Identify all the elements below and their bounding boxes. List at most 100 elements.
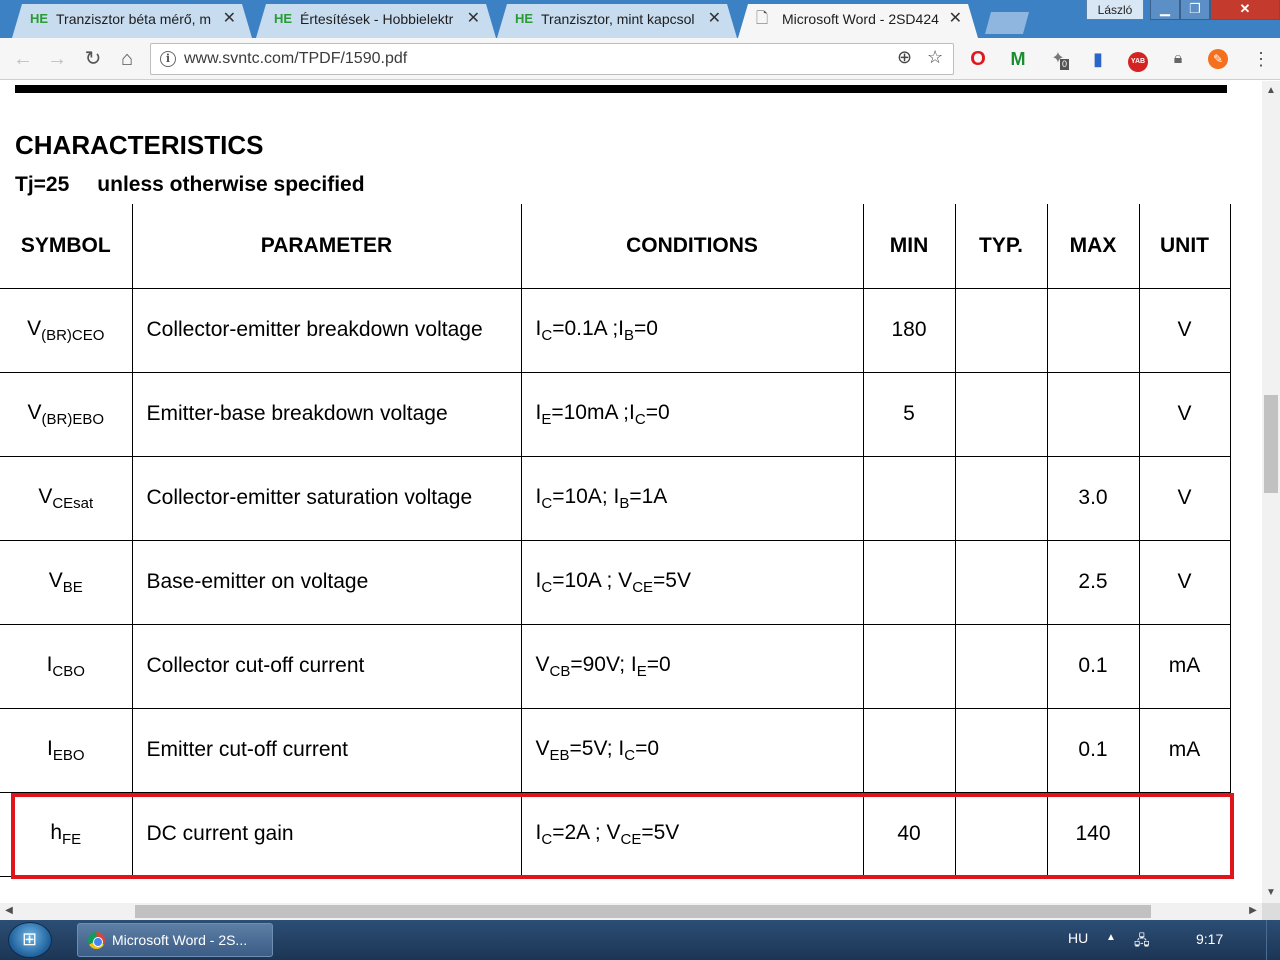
bookmark-star-icon[interactable]: ☆ — [927, 47, 943, 68]
start-button[interactable]: ⊞ — [8, 922, 52, 958]
symbol-cell: V(BR)CEO — [0, 287, 133, 373]
tab-close-icon[interactable]: ✕ — [223, 4, 236, 34]
info-icon[interactable]: i — [160, 51, 176, 67]
typ-cell — [954, 371, 1048, 457]
language-indicator[interactable]: HU — [1068, 930, 1088, 946]
tab-title: Értesítések - Hobbielektr — [300, 11, 454, 27]
scroll-up-arrow-icon[interactable]: ▲ — [1262, 85, 1280, 96]
horizontal-scroll-thumb[interactable] — [135, 905, 1151, 918]
scroll-down-arrow-icon[interactable]: ▼ — [1262, 887, 1280, 898]
symbol-subscript: CBO — [52, 662, 85, 680]
max-cell — [1046, 371, 1140, 457]
tab-title: Tranzisztor béta mérő, m — [56, 11, 212, 27]
new-tab-button[interactable] — [985, 12, 1029, 34]
forward-arrow-icon[interactable]: → — [44, 46, 70, 72]
maximize-button[interactable]: ❐ — [1180, 0, 1210, 20]
symbol-subscript: (BR)CEO — [41, 326, 105, 344]
typ-cell — [954, 455, 1048, 541]
max-cell: 3.0 — [1046, 455, 1140, 541]
firefox-icon[interactable]: ✎ — [1206, 47, 1230, 71]
show-desktop-button[interactable] — [1266, 920, 1280, 960]
symbol-cell: VBE — [0, 539, 133, 625]
scroll-left-arrow-icon[interactable]: ◀ — [0, 905, 18, 916]
table-row: VBE Base-emitter on voltage IC=10A ; VCE=5… — [0, 539, 1231, 625]
condition-subscript: EB — [549, 746, 570, 764]
conditions-cell: IC=10A ; VCE=5V — [520, 539, 864, 625]
vertical-scrollbar[interactable]: ▲ ▼ — [1262, 81, 1280, 903]
typ-cell — [954, 791, 1048, 877]
browser-tab[interactable]: HE Tranzisztor, mint kapcsol ✕ — [497, 4, 737, 38]
conditions-cell: IC=0.1A ;IB=0 — [520, 287, 864, 373]
condition-var: V — [535, 736, 550, 760]
yab-icon[interactable]: YAB — [1126, 47, 1150, 72]
zoom-icon[interactable]: ⊕ — [897, 47, 912, 68]
back-arrow-icon[interactable]: ← — [10, 46, 36, 72]
condition-var: V — [606, 820, 621, 844]
scrollbar-corner — [1262, 903, 1280, 920]
menu-icon[interactable]: ⋮ — [1252, 47, 1270, 71]
puzzle-icon[interactable]: ✦ 0 — [1046, 47, 1070, 71]
tab-close-icon[interactable]: ✕ — [708, 4, 721, 34]
min-cell — [862, 707, 956, 793]
scroll-right-arrow-icon[interactable]: ▶ — [1244, 905, 1262, 916]
parameter-cell: Emitter cut-off current — [131, 707, 522, 793]
home-icon[interactable]: ⌂ — [114, 46, 140, 72]
symbol-cell: VCEsat — [0, 455, 133, 541]
horizontal-scrollbar[interactable]: ◀ ▶ — [0, 903, 1262, 920]
bookmark-icon[interactable]: ▮ — [1086, 47, 1110, 71]
minimize-button[interactable]: ▁ — [1150, 0, 1180, 20]
profile-button[interactable]: László — [1086, 0, 1144, 20]
min-cell — [862, 539, 956, 625]
column-header: PARAMETER — [131, 204, 522, 289]
tab-title: Tranzisztor, mint kapcsol — [541, 11, 695, 27]
yab-label: YAB — [1128, 52, 1148, 72]
condition-subscript: E — [541, 410, 552, 428]
symbol-letter: h — [50, 820, 62, 844]
taskbar-chrome-window[interactable]: Microsoft Word - 2S... — [77, 923, 273, 957]
tab-close-icon[interactable]: ✕ — [467, 4, 480, 34]
condition-value: =10mA ; — [551, 400, 629, 424]
condition-subscript: C — [541, 326, 553, 344]
conditions-cell: VCB=90V; IE=0 — [520, 623, 864, 709]
network-icon[interactable]: 🖧︎ — [1134, 930, 1150, 954]
chrome-icon — [88, 932, 105, 949]
unit-cell: V — [1138, 371, 1231, 457]
taskbar-clock[interactable]: 9:17 — [1196, 931, 1223, 947]
address-bar[interactable]: i www.svntc.com/TPDF/1590.pdf ⊕ ☆ — [150, 43, 954, 75]
condition-value: =90V; — [570, 652, 631, 676]
vertical-scroll-thumb[interactable] — [1264, 395, 1278, 493]
browser-tab[interactable]: HE Tranzisztor béta mérő, m ✕ — [12, 4, 252, 38]
conditions-cell: IC=10A; IB=1A — [520, 455, 864, 541]
browser-tab[interactable]: 🗋︎ Microsoft Word - 2SD424 ✕ — [738, 4, 978, 38]
condition-subscript: E — [636, 662, 647, 680]
browser-toolbar: ← → ↻ ⌂ i www.svntc.com/TPDF/1590.pdf ⊕ … — [0, 38, 1280, 80]
url-text[interactable]: www.svntc.com/TPDF/1590.pdf — [184, 50, 407, 68]
column-header: UNIT — [1138, 204, 1231, 289]
hobbielektronika-icon: HE — [30, 11, 49, 26]
pdf-viewport[interactable]: CHARACTERISTICS Tj=25 unless otherwise sp… — [0, 81, 1262, 903]
condition-var: V — [535, 652, 550, 676]
condition-subscript: C — [634, 410, 646, 428]
close-window-button[interactable]: ✕ — [1210, 0, 1280, 20]
reload-icon[interactable]: ↻ — [80, 46, 106, 72]
condition-subscript: C — [541, 578, 553, 596]
max-cell — [1046, 287, 1140, 373]
condition-value: =2A ; — [552, 820, 607, 844]
windows-taskbar: ⊞ Microsoft Word - 2S... HU ▲ 🖧︎ 9:17 — [0, 920, 1280, 960]
section-heading: CHARACTERISTICS — [15, 130, 264, 160]
min-cell — [862, 455, 956, 541]
symbol-letter: V — [27, 400, 42, 424]
gmail-icon[interactable]: M — [1006, 47, 1030, 71]
condition-value: =10A; — [552, 484, 614, 508]
opera-icon[interactable]: O — [966, 47, 990, 71]
browser-tab[interactable]: HE Értesítések - Hobbielektr ✕ — [256, 4, 496, 38]
tray-expand-icon[interactable]: ▲ — [1106, 932, 1116, 943]
condition-subscript: B — [624, 326, 635, 344]
tab-close-icon[interactable]: ✕ — [949, 4, 962, 34]
hobbielektronika-icon: HE — [274, 11, 293, 26]
min-cell: 5 — [862, 371, 956, 457]
document-icon: 🗋︎ — [756, 10, 769, 27]
bag-icon[interactable]: 🔒︎ — [1166, 47, 1190, 71]
symbol-letter: V — [27, 316, 42, 340]
table-row: VCEsat Collector-emitter saturation volta… — [0, 455, 1231, 541]
